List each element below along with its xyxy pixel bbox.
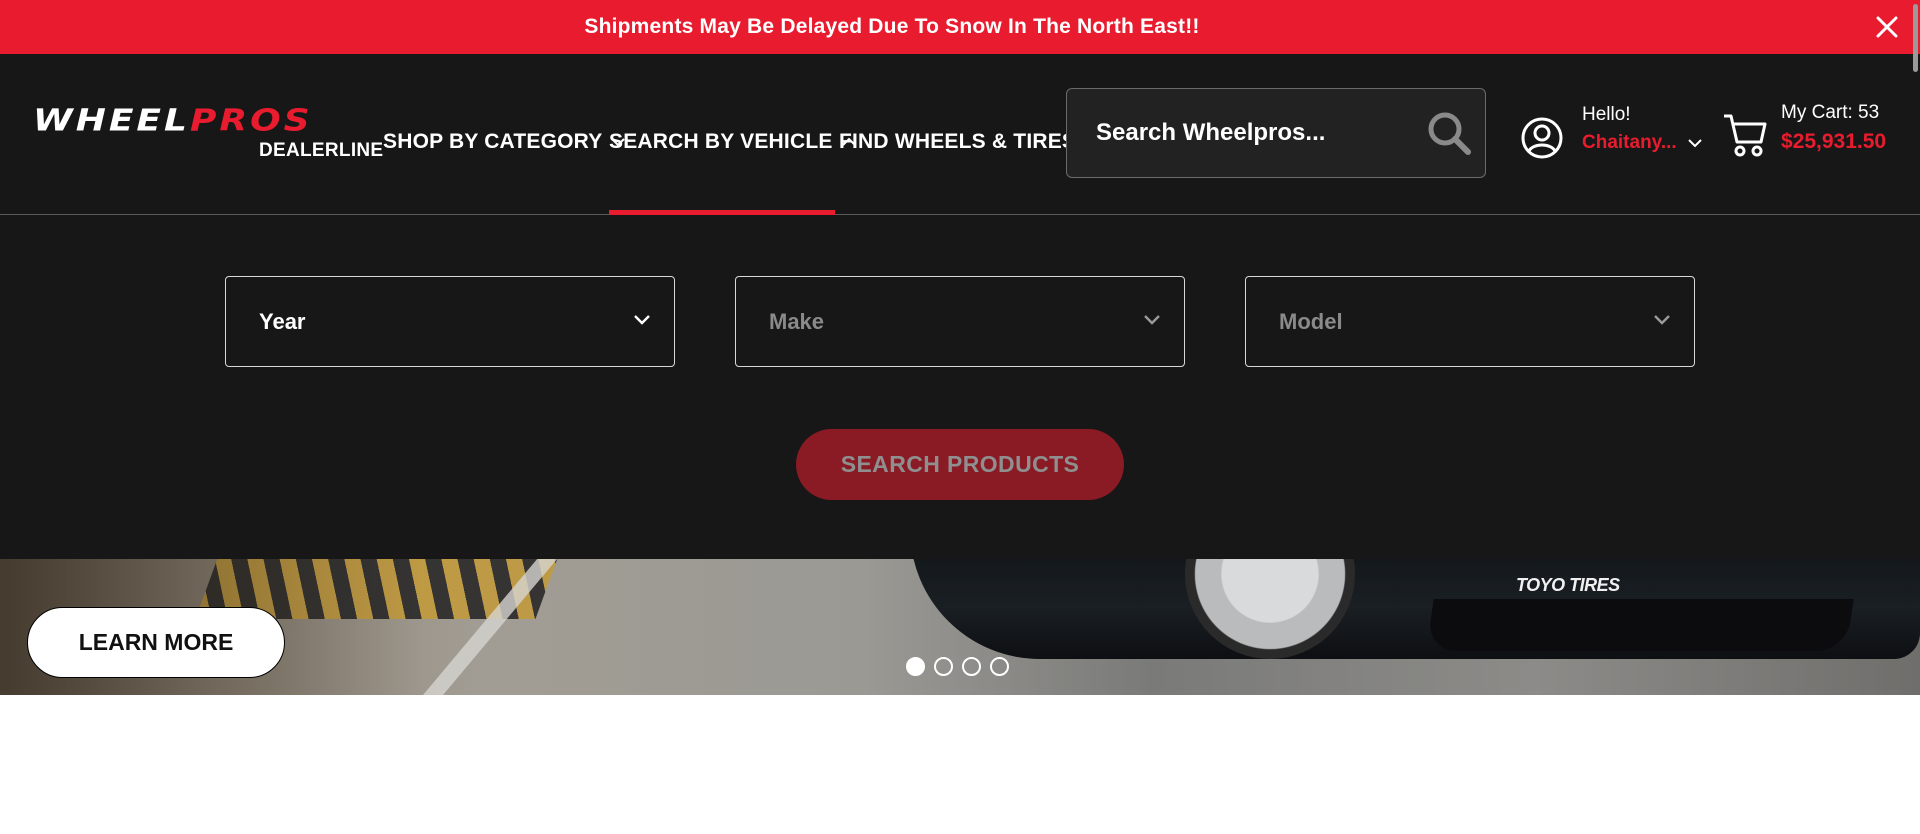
page-scrollbar[interactable]	[1913, 4, 1918, 72]
hero-brand-text: TOYO TIRES	[1516, 575, 1620, 595]
account-name: Chaitany...	[1582, 132, 1703, 154]
nav-search-by-vehicle[interactable]: SEARCH BY VEHICLE	[609, 120, 857, 164]
close-icon[interactable]	[1872, 12, 1902, 42]
learn-more-button[interactable]: LEARN MORE	[27, 607, 285, 678]
cart-total: $25,931.50	[1781, 130, 1887, 153]
carousel-dot-2[interactable]	[934, 657, 953, 676]
nav-label: FIND WHEELS & TIRES	[839, 130, 1077, 153]
account-greeting: Hello!	[1582, 104, 1631, 125]
hero-car-bumper	[1426, 599, 1854, 651]
vehicle-search-panel: Year Make Model SEARCH PRODUCTS	[0, 215, 1920, 559]
year-select[interactable]: Year	[225, 276, 675, 367]
chevron-down-icon	[1687, 138, 1703, 148]
carousel-dot-3[interactable]	[962, 657, 981, 676]
year-select-label: Year	[259, 308, 306, 334]
model-select-label: Model	[1279, 308, 1343, 334]
search-input[interactable]	[1067, 89, 1426, 177]
announcement-bar: Shipments May Be Delayed Due To Snow In …	[0, 0, 1920, 54]
logo-subtitle: DEALERLINE	[259, 140, 384, 161]
make-select[interactable]: Make	[735, 276, 1185, 367]
site-header: WHEELPROS DEALERLINE SHOP BY CATEGORY SE…	[0, 54, 1920, 216]
carousel-dot-4[interactable]	[990, 657, 1009, 676]
make-select-label: Make	[769, 308, 825, 334]
logo-wordmark: WHEELPROS	[33, 103, 313, 138]
cart-button[interactable]: My Cart: 53 $25,931.50	[1722, 102, 1902, 172]
hero-carousel: TOYO TIRES LEARN MORE	[0, 559, 1920, 695]
chevron-down-icon	[633, 313, 651, 331]
cart-icon	[1722, 110, 1768, 165]
search-icon[interactable]	[1426, 103, 1472, 163]
cart-count: My Cart: 53	[1781, 102, 1880, 123]
nav-shop-by-category[interactable]: SHOP BY CATEGORY	[383, 120, 626, 164]
nav-label: SEARCH BY VEHICLE	[609, 130, 833, 153]
chevron-down-icon	[1143, 313, 1161, 331]
announcement-text: Shipments May Be Delayed Due To Snow In …	[584, 15, 1200, 38]
nav-find-wheels-tires[interactable]: FIND WHEELS & TIRES	[839, 120, 1076, 164]
user-icon	[1520, 116, 1564, 165]
carousel-dot-1[interactable]	[906, 657, 925, 676]
search-products-button[interactable]: SEARCH PRODUCTS	[796, 429, 1124, 500]
model-select[interactable]: Model	[1245, 276, 1695, 367]
chevron-down-icon	[1653, 313, 1671, 331]
carousel-dots	[906, 657, 1009, 676]
account-menu[interactable]: Hello! Chaitany...	[1520, 104, 1702, 174]
wheelpros-logo[interactable]: WHEELPROS DEALERLINE	[33, 103, 384, 214]
nav-label: SHOP BY CATEGORY	[383, 130, 603, 153]
site-search	[1066, 88, 1486, 178]
